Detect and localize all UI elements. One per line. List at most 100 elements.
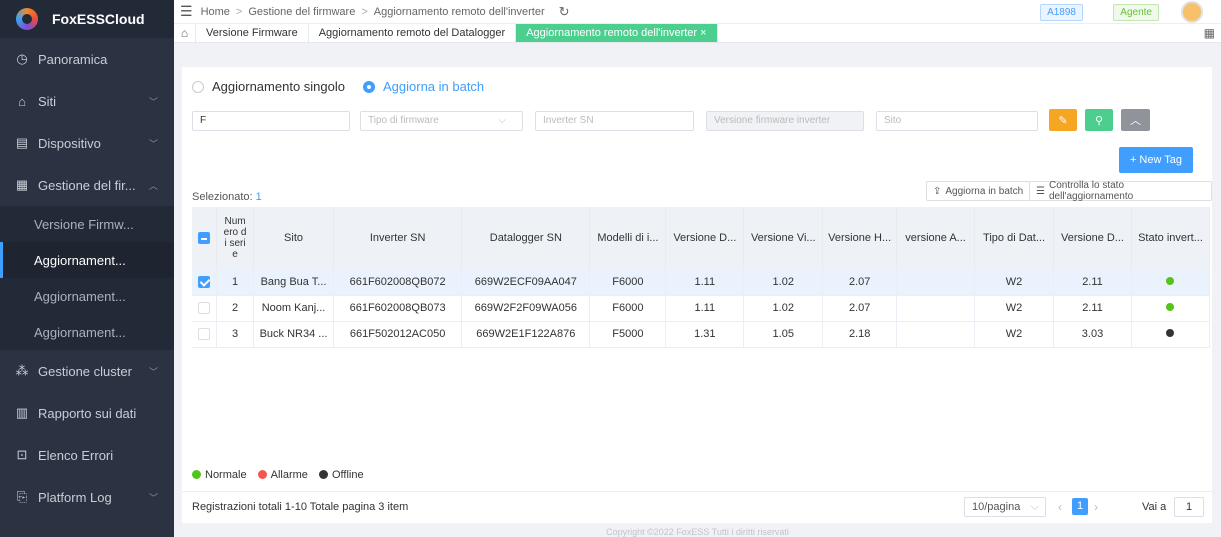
offline-status-icon (1166, 329, 1175, 337)
select-all-checkbox[interactable] (198, 232, 211, 245)
new-tag-button[interactable]: + New Tag (1119, 147, 1193, 173)
column-header-version-d[interactable]: Versione D... (665, 207, 745, 269)
cell-inv: 661F502012AC050 (333, 321, 463, 348)
selection-label: Selezionato: (192, 191, 253, 203)
inverter-sn-input[interactable]: Inverter SN (535, 111, 694, 131)
inverter-version-input: Versione firmware inverter (706, 111, 864, 131)
table-row[interactable]: 1 Bang Bua T... 661F602008QB072 669W2ECF09A… (192, 269, 1211, 296)
breadcrumb-firmware[interactable]: Gestione del firmware (248, 6, 355, 18)
firmware-type-select[interactable]: Tipo di firmware ⌵ (360, 111, 523, 131)
column-header-site[interactable]: Sito (253, 207, 335, 269)
sidebar-item-label: Elenco Errori (38, 447, 114, 463)
row-checkbox-cell (192, 321, 218, 348)
sidebar-item-cluster[interactable]: ⁂ Gestione cluster ﹀ (0, 350, 174, 392)
cell-inv: 661F602008QB073 (333, 295, 463, 322)
check-status-button[interactable]: ☰ Controlla lo stato dell'aggiornamento (1029, 180, 1212, 202)
cell-type: W2 (974, 269, 1055, 296)
upload-icon: ⇪ (933, 185, 942, 197)
avatar[interactable] (1181, 1, 1203, 23)
clear-filter-button[interactable]: ✎ (1049, 109, 1077, 131)
column-header-version-a[interactable]: versione A... (896, 207, 976, 269)
page-size-value: 10/pagina (972, 501, 1021, 513)
sidebar-item-home[interactable]: ⌂ Siti ﹀ (0, 80, 174, 122)
row-checkbox[interactable] (198, 275, 211, 288)
sidebar-item-firmware[interactable]: ▦ Gestione del fir... ︿ (0, 164, 174, 206)
sidebar-subitem-1[interactable]: Versione Firmw... (0, 206, 174, 242)
column-header-version-vi[interactable]: Versione Vi... (743, 207, 824, 269)
selection-count: Selezionato: 1 (192, 191, 262, 203)
filter-input-f[interactable]: F (192, 111, 350, 131)
breadcrumb-home[interactable]: Home (201, 6, 230, 18)
legend-normal: Normale (205, 469, 247, 481)
page-size-select[interactable]: 10/pagina ⌵ (964, 497, 1046, 517)
row-checkbox[interactable] (198, 302, 211, 315)
column-header-datalogger-version[interactable]: Versione D... (1053, 207, 1132, 269)
refresh-icon[interactable]: ↻ (559, 4, 570, 20)
sidebar-item-label: Rapporto sui dati (38, 405, 137, 421)
radio-single-update[interactable]: Aggiornamento singolo (192, 79, 345, 94)
cell-site: Noom Kanj... (253, 295, 335, 322)
sidebar-item-log[interactable]: ⎘ Platform Log ﹀ (0, 476, 174, 518)
sidebar-subitem-4[interactable]: Aggiornament... (0, 314, 174, 350)
cell-v3: 2.07 (822, 269, 898, 296)
table-row[interactable]: 3 Buck NR34 ... 661F502012AC050 669W2E1F122… (192, 321, 1211, 348)
select-all-cell (192, 207, 218, 269)
check-status-label: Controlla lo stato dell'aggiornamento (1048, 180, 1134, 202)
column-header-inverter-status[interactable]: Stato invert... (1131, 207, 1211, 269)
site-input[interactable]: Sito (876, 111, 1038, 131)
cell-v1: 1.11 (665, 295, 745, 322)
sidebar-subitem-2[interactable]: Aggiornament... (0, 242, 174, 278)
sidebar-item-label: Siti (38, 93, 57, 109)
sidebar-subitem-3[interactable]: Aggiornament... (0, 278, 174, 314)
tab-3[interactable]: Aggiornamento remoto dell'inverter × (516, 24, 718, 42)
page-tabs: ⌂ Versione Firmware Aggiornamento remoto … (174, 24, 1221, 43)
prev-page-button[interactable]: ‹ (1058, 500, 1062, 514)
footer-copyright: Copyright ©2022 FoxESS Tutti i diritti r… (606, 527, 789, 537)
search-icon: ⚲ (1094, 114, 1104, 127)
chevron-down-icon: ﹀ (148, 366, 158, 377)
table-row[interactable]: 2 Noom Kanj... 661F602008QB073 669W2F2F09WA… (192, 295, 1211, 322)
sidebar-item-error-list[interactable]: ⊡ Elenco Errori (0, 434, 174, 476)
role-badge: Agente (1113, 4, 1159, 21)
cell-model: F5000 (589, 321, 667, 348)
sidebar-item-device[interactable]: ▤ Dispositivo ﹀ (0, 122, 174, 164)
page-1-button[interactable]: 1 (1072, 498, 1088, 515)
batch-update-button[interactable]: ⇪ Aggiorna in batch (926, 181, 1031, 201)
tab-1[interactable]: Versione Firmware (196, 24, 309, 42)
cell-dl: 669W2F2F09WA056 (461, 295, 591, 322)
search-button[interactable]: ⚲ (1085, 109, 1113, 131)
cluster-icon: ⁂ (15, 363, 29, 378)
menu-toggle-icon[interactable]: ☰ (180, 3, 193, 20)
cell-site: Buck NR34 ... (253, 321, 335, 348)
normal-status-icon (1166, 276, 1175, 285)
legend-alarm: Allarme (270, 469, 308, 481)
radio-batch-label: Aggiorna in batch (382, 79, 485, 94)
cell-v2: 1.02 (743, 295, 824, 322)
cell-v5: 3.03 (1053, 321, 1132, 348)
cell-status (1131, 321, 1211, 348)
cell-v2: 1.02 (743, 269, 824, 296)
batch-update-label: Aggiorna in batch (945, 185, 1024, 197)
list-icon: ☰ (1036, 185, 1045, 197)
row-checkbox-cell (192, 269, 218, 296)
column-header-serial[interactable]: Numero di serie (216, 207, 255, 269)
column-header-inverter-sn[interactable]: Inverter SN (333, 207, 463, 269)
home-tab-icon[interactable]: ⌂ (174, 24, 196, 42)
sidebar-item-chart[interactable]: ▥ Rapporto sui dati (0, 392, 174, 434)
grid-menu-icon[interactable]: ▦ (1204, 26, 1215, 40)
next-page-button[interactable]: › (1094, 500, 1098, 514)
column-header-datalogger-sn[interactable]: Datalogger SN (461, 207, 591, 269)
column-header-datalogger-type[interactable]: Tipo di Dat... (974, 207, 1055, 269)
sidebar-item-dashboard[interactable]: ◷ Panoramica (0, 38, 174, 80)
goto-page-input[interactable]: 1 (1174, 497, 1204, 517)
column-header-version-h[interactable]: Versione H... (822, 207, 898, 269)
column-header-model[interactable]: Modelli di i... (589, 207, 667, 269)
tab-2[interactable]: Aggiornamento remoto del Datalogger (309, 24, 517, 42)
row-checkbox[interactable] (198, 328, 211, 341)
top-bar: ☰ Home > Gestione del firmware > Aggiorn… (174, 0, 1221, 24)
app-logo[interactable]: FoxESSCloud (0, 0, 174, 38)
cell-site: Bang Bua T... (253, 269, 335, 296)
radio-batch-update[interactable]: Aggiorna in batch (362, 79, 485, 94)
cell-status (1131, 269, 1211, 296)
collapse-filter-button[interactable]: ︿ (1121, 109, 1150, 131)
